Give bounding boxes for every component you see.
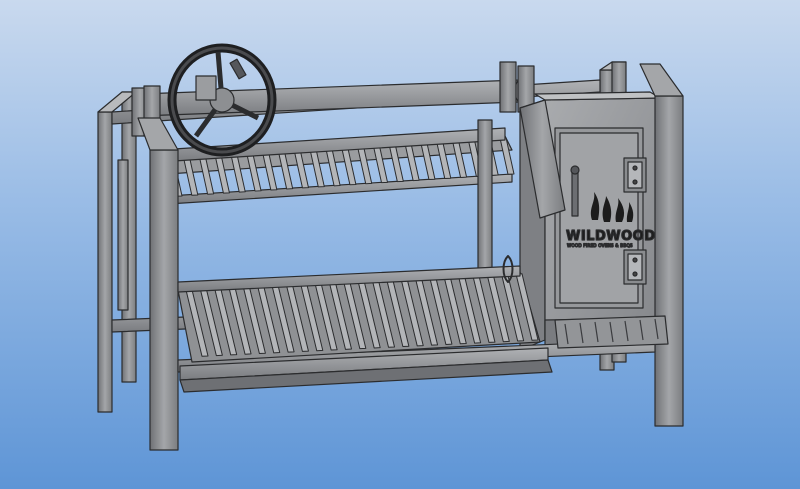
winch-axle bbox=[131, 61, 535, 137]
ash-grate bbox=[554, 315, 669, 349]
lower-grate bbox=[177, 265, 553, 393]
upper-grate bbox=[157, 127, 515, 205]
door-handle-icon bbox=[570, 165, 580, 217]
grill-model: WILDWOOD WOOD FIRED OVENS & BBQS bbox=[97, 43, 684, 451]
brand-tagline: WOOD FIRED OVENS & BBQS bbox=[567, 243, 633, 248]
cad-render-viewport: WILDWOOD WOOD FIRED OVENS & BBQS bbox=[0, 0, 800, 489]
brand-name: WILDWOOD bbox=[566, 229, 655, 244]
upper-grate-bar bbox=[499, 137, 515, 175]
